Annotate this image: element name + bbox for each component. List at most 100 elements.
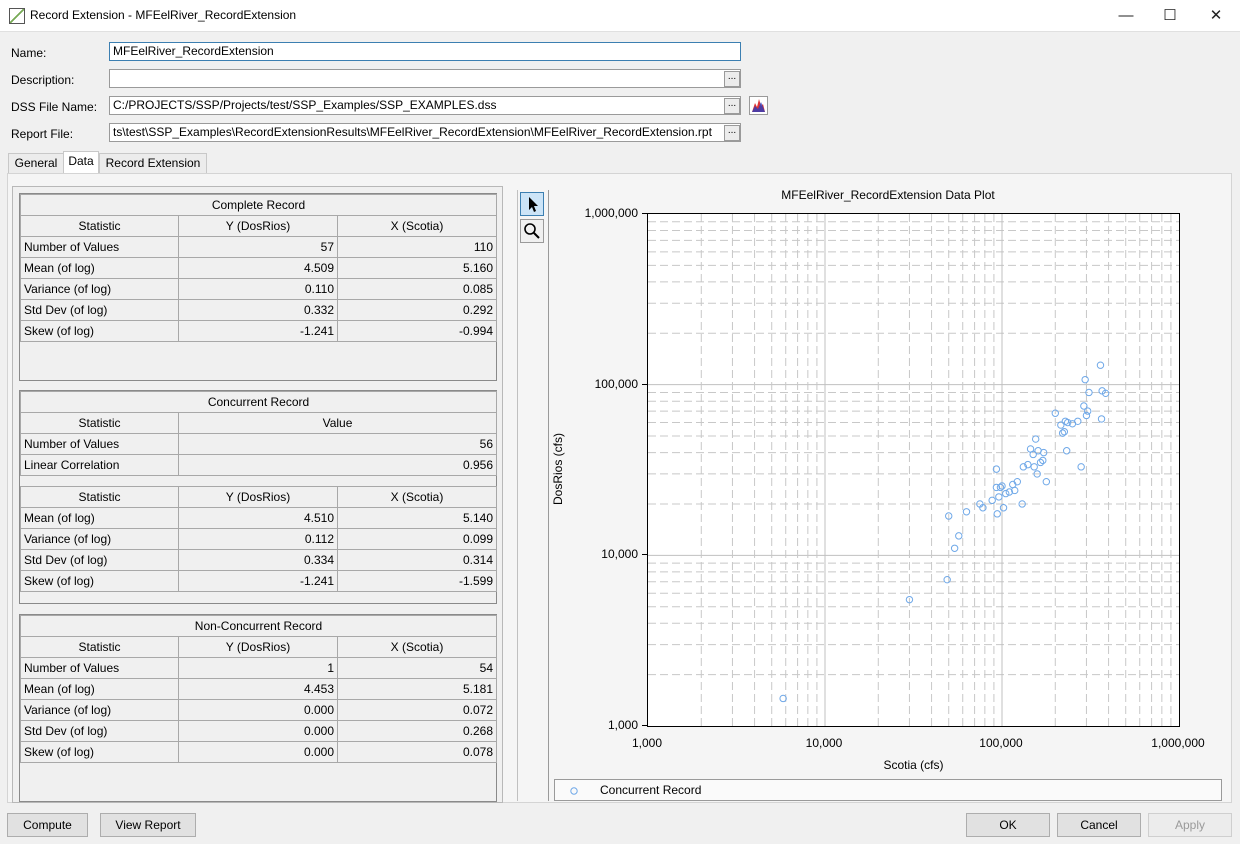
data-point	[955, 532, 963, 540]
x-tick-label: 10,000	[805, 736, 843, 750]
table-cell: 0.112	[178, 528, 338, 550]
zoom-tool-button[interactable]	[520, 219, 544, 243]
column-header: Y (DosRios)	[178, 486, 338, 508]
plot-area[interactable]	[647, 213, 1180, 727]
tab-general[interactable]: General	[8, 153, 64, 173]
data-point	[1042, 478, 1051, 486]
legend: Concurrent Record	[554, 779, 1222, 801]
report-file-label: Report File:	[11, 127, 74, 141]
column-header: X (Scotia)	[337, 486, 497, 508]
dss-viewer-icon[interactable]	[749, 96, 768, 115]
table-cell: Mean (of log)	[20, 678, 179, 700]
data-point	[999, 504, 1008, 512]
data-point	[1097, 415, 1106, 423]
table-cell: 0.000	[178, 741, 338, 763]
chart-title: MFEelRiver_RecordExtension Data Plot	[781, 188, 995, 202]
dss-file-label: DSS File Name:	[11, 100, 98, 114]
column-header: Y (DosRios)	[178, 215, 338, 237]
y-tick-label: 1,000	[607, 718, 638, 732]
magnifier-icon	[524, 223, 540, 239]
y-tick-mark	[642, 725, 647, 726]
table-cell: -1.599	[337, 570, 497, 592]
table-cell: 0.085	[336, 278, 498, 300]
table-cell: Linear Correlation	[20, 454, 179, 476]
y-tick-mark	[642, 554, 647, 556]
data-point	[988, 496, 996, 505]
pointer-tool-button[interactable]	[520, 192, 544, 216]
legend-label: Concurrent Record	[600, 783, 702, 797]
ok-button[interactable]: OK	[966, 813, 1050, 837]
table-cell: 0.268	[337, 720, 497, 742]
data-point	[1030, 463, 1038, 471]
y-axis-label: DosRios (cfs)	[551, 433, 565, 506]
table-cell: 0.314	[337, 549, 497, 571]
table-cell: 5.140	[337, 507, 497, 529]
table-cell: 5.181	[337, 678, 497, 700]
data-point	[996, 483, 1005, 492]
apply-button[interactable]: Apply	[1148, 813, 1232, 837]
x-axis-ticks: 1,000 10,000 100,000 1,000,000	[600, 734, 1240, 750]
description-field[interactable]	[109, 69, 741, 88]
column-header: Statistic	[20, 486, 179, 508]
tab-data[interactable]: Data	[63, 151, 99, 174]
dss-file-field[interactable]: C:/PROJECTS/SSP/Projects/test/SSP_Exampl…	[109, 96, 741, 115]
minimize-button[interactable]: —	[1103, 0, 1149, 31]
table-cell: 110	[336, 236, 498, 258]
non-concurrent-record-table: Non-Concurrent Record Statistic Y (DosRi…	[19, 614, 497, 802]
compute-button[interactable]: Compute	[7, 813, 88, 837]
data-point	[943, 575, 951, 584]
table-cell: 0.078	[337, 741, 497, 763]
data-point	[962, 508, 971, 516]
non-concurrent-record-title: Non-Concurrent Record	[20, 615, 497, 637]
view-report-button[interactable]: View Report	[100, 813, 196, 837]
close-button[interactable]: ✕	[1193, 0, 1239, 31]
table-cell: 56	[177, 433, 498, 455]
data-point	[1096, 361, 1105, 369]
x-tick-label: 100,000	[979, 736, 1023, 750]
table-cell: 0.292	[336, 299, 498, 321]
table-cell: 5.160	[336, 257, 498, 279]
table-cell: 0.072	[337, 699, 497, 721]
table-cell: 0.334	[178, 549, 338, 571]
table-cell: Skew (of log)	[20, 570, 179, 592]
report-browse-button[interactable]: ...	[724, 125, 740, 141]
y-tick-mark	[642, 213, 647, 214]
cancel-button[interactable]: Cancel	[1057, 813, 1141, 837]
table-cell: 4.510	[178, 507, 338, 529]
app-icon	[9, 8, 25, 24]
table-cell: Skew (of log)	[20, 741, 179, 763]
column-header: Statistic	[20, 636, 179, 658]
table-cell: Variance (of log)	[20, 699, 179, 721]
name-label: Name:	[11, 46, 47, 60]
table-cell: Variance (of log)	[20, 528, 179, 550]
tab-record-extension[interactable]: Record Extension	[99, 153, 207, 173]
table-cell: 0.332	[178, 299, 338, 321]
y-tick-label: 1,000,000	[584, 206, 638, 220]
x-tick-label: 1,000,000	[1151, 736, 1205, 750]
dss-browse-button[interactable]: ...	[724, 98, 740, 114]
table-cell: 0.956	[177, 454, 498, 476]
table-cell: Mean (of log)	[20, 507, 179, 529]
concurrent-record-table: Concurrent Record Statistic Value Number…	[19, 390, 498, 604]
description-browse-button[interactable]: ...	[724, 71, 740, 87]
table-cell: 54	[337, 657, 497, 679]
data-point	[1031, 435, 1040, 443]
column-header: X (Scotia)	[336, 215, 498, 237]
data-point	[950, 544, 959, 552]
window-title: Record Extension - MFEelRiver_RecordExte…	[30, 8, 297, 22]
table-cell: 0.110	[178, 278, 338, 300]
table-cell: 1	[178, 657, 338, 679]
maximize-button[interactable]: ☐	[1147, 0, 1193, 31]
table-cell: Std Dev (of log)	[20, 549, 179, 571]
description-label: Description:	[11, 73, 75, 87]
plot-toolbar	[517, 190, 549, 801]
y-axis-ticks: 1,000 10,000 100,000 1,000,000	[560, 200, 647, 740]
legend-marker-icon	[570, 787, 578, 795]
name-field[interactable]: MFEelRiver_RecordExtension	[109, 42, 741, 61]
data-point	[1060, 428, 1069, 436]
concurrent-record-title: Concurrent Record	[19, 391, 498, 413]
table-cell: Number of Values	[20, 657, 179, 679]
report-file-field[interactable]: ts\test\SSP_Examples\RecordExtensionResu…	[109, 123, 741, 142]
table-cell: -1.241	[178, 570, 338, 592]
